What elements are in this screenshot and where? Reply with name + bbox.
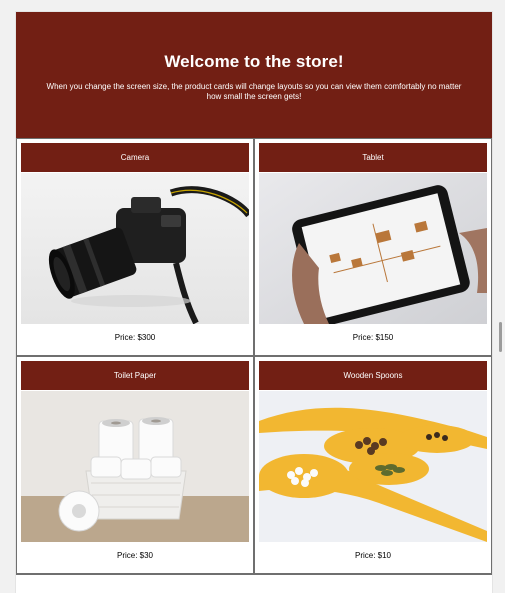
product-price: Price: $10: [354, 551, 392, 560]
camera-photo-icon: [21, 173, 249, 324]
store-page: Welcome to the store! When you change th…: [16, 12, 492, 593]
product-title: Wooden Spoons: [259, 361, 487, 390]
product-card-tablet[interactable]: Tablet Price: $150: [254, 138, 492, 356]
product-price: Price: $30: [116, 551, 154, 560]
wooden-spoons-photo-icon: [259, 391, 487, 542]
page-title: Welcome to the store!: [164, 52, 344, 71]
hero-banner: Welcome to the store! When you change th…: [16, 12, 492, 138]
product-title: Toilet Paper: [21, 361, 249, 390]
product-title: Tablet: [259, 143, 487, 172]
product-price: Price: $150: [352, 333, 394, 342]
toilet-paper-photo-icon: [21, 391, 249, 542]
hero-subtitle: When you change the screen size, the pro…: [46, 82, 462, 101]
scrollbar-thumb[interactable]: [499, 322, 502, 352]
product-card-wooden-spoons[interactable]: Wooden Spoons Price: $10: [254, 356, 492, 574]
next-row-card-edge: [16, 574, 492, 593]
product-title: Camera: [21, 143, 249, 172]
product-price: Price: $300: [114, 333, 156, 342]
product-card-camera[interactable]: Camera Price: $300: [16, 138, 254, 356]
product-card-toilet-paper[interactable]: Toilet Paper Price: $30: [16, 356, 254, 574]
tablet-photo-icon: [259, 173, 487, 324]
